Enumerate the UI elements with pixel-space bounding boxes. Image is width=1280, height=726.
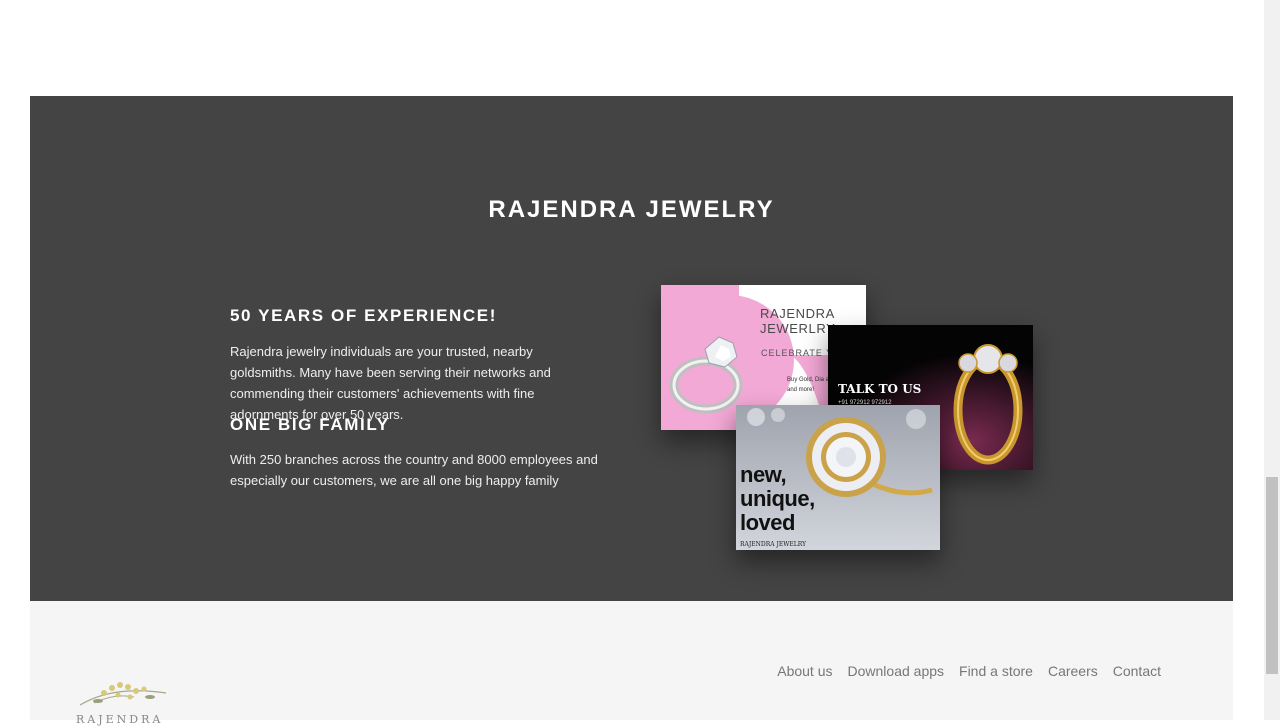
footer-link-contact[interactable]: Contact xyxy=(1113,663,1161,679)
experience-text: Rajendra jewelry individuals are your tr… xyxy=(230,344,551,422)
site-footer: RAJENDRA About us Download apps Find a s… xyxy=(30,601,1233,726)
footer-nav: About us Download apps Find a store Care… xyxy=(777,663,1161,679)
card3-tagline: new, unique, loved xyxy=(740,462,815,535)
experience-heading: 50 YEARS OF EXPERIENCE! xyxy=(230,306,497,325)
about-section: RAJENDRA JEWELRY 50 YEARS OF EXPERIENCE!… xyxy=(30,96,1233,601)
promo-image-new: new, unique, loved RAJENDRA JEWELRY xyxy=(736,405,940,550)
card3-footer: RAJENDRA JEWELRY xyxy=(740,541,807,548)
footer-link-find-a-store[interactable]: Find a store xyxy=(959,663,1033,679)
footer-link-download-apps[interactable]: Download apps xyxy=(848,663,945,679)
family-heading: ONE BIG FAMILY xyxy=(230,415,390,434)
brand-title: RAJENDRA JEWELRY xyxy=(488,196,775,223)
scrollbar-thumb[interactable] xyxy=(1266,477,1278,674)
footer-link-careers[interactable]: Careers xyxy=(1048,663,1098,679)
page-content: RAJENDRA JEWELRY 50 YEARS OF EXPERIENCE!… xyxy=(0,0,1264,726)
card2-title: TALK TO US xyxy=(838,382,922,396)
footer-link-about-us[interactable]: About us xyxy=(777,663,832,679)
family-text: With 250 branches across the country and… xyxy=(230,452,598,488)
